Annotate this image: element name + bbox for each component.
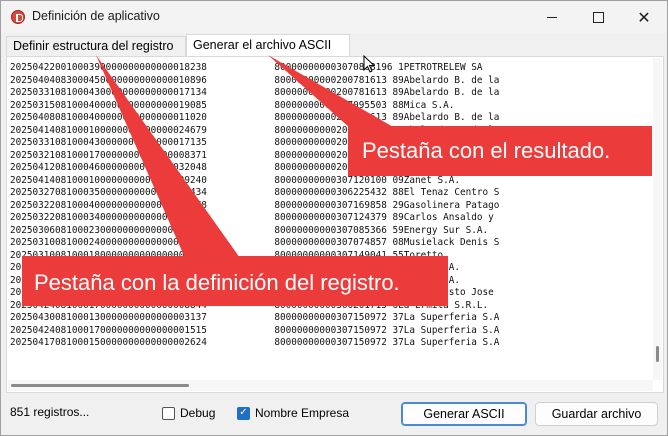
nombre-empresa-checkbox-label: Nombre Empresa: [255, 406, 350, 420]
vertical-scrollbar[interactable]: [653, 58, 662, 380]
output-line: 20250404083000450000000000000010896 8000…: [10, 74, 500, 86]
maximize-button[interactable]: [575, 1, 621, 33]
output-line: 20250424081000170000000000000008844 8000…: [10, 299, 489, 311]
output-line: 20250322081000400000000000000017778 8000…: [10, 199, 500, 211]
tab-definir-estructura[interactable]: Definir estructura del registro: [6, 36, 186, 57]
tab-generar-ascii[interactable]: Generar el archivo ASCII: [186, 34, 350, 57]
record-count-status: 851 registros...: [10, 405, 90, 419]
output-line: 20250408081000400000000000000011020 8000…: [10, 112, 500, 123]
title-bar[interactable]: Definición de aplicativo ✕: [1, 1, 667, 33]
app-icon: [11, 10, 25, 24]
generate-ascii-button[interactable]: Generar ASCII: [401, 402, 527, 426]
nombre-empresa-checkbox[interactable]: ✓ Nombre Empresa: [237, 405, 349, 421]
output-line: 20250306081000230000000000000001028 8000…: [10, 224, 489, 236]
save-file-button[interactable]: Guardar archivo: [535, 402, 658, 426]
close-button[interactable]: ✕: [621, 1, 667, 33]
output-line: 20250422001000390000000000000018238 8000…: [10, 62, 483, 73]
tab-panel-ascii: 20250422001000390000000000000018238 8000…: [6, 56, 664, 393]
mouse-pointer-icon: [363, 55, 375, 73]
output-line: 20250417081000150000000000000002624 8000…: [10, 337, 500, 348]
output-line: 20250310081000240000000000000007456 8000…: [10, 237, 500, 248]
callout-definition-text: Pestaña con la definición del registro.: [34, 270, 400, 295]
output-line: 20250424081000170000000000000001515 8000…: [10, 324, 500, 336]
window-title: Definición de aplicativo: [32, 9, 160, 23]
ascii-output-textarea[interactable]: 20250422001000390000000000000018238 8000…: [8, 58, 653, 380]
output-line: 20250322081000340000000000000007869 8000…: [10, 212, 494, 223]
ascii-output-lines: 20250422001000390000000000000018238 8000…: [10, 62, 499, 350]
debug-checkbox-box[interactable]: [162, 406, 175, 420]
vertical-scroll-thumb[interactable]: [656, 346, 659, 362]
minimize-button[interactable]: [529, 1, 575, 33]
callout-result-text: Pestaña con el resultado.: [362, 138, 611, 163]
output-line: 20250327081000350000000000000043434 8000…: [10, 187, 500, 198]
output-line: 20250331081000430000000000000017134 8000…: [10, 87, 500, 98]
horizontal-scrollbar[interactable]: [8, 380, 653, 391]
debug-checkbox-label: Debug: [180, 406, 216, 420]
output-line: 20250430081000130000000000000003137 8000…: [10, 312, 500, 323]
output-line: 20250414081000100000000000000029240 8000…: [10, 174, 461, 186]
output-line: 20250315081000400000000000000019085 8000…: [10, 99, 455, 111]
app-window: Definición de aplicativo ✕ Definir estru…: [0, 0, 668, 436]
output-line: 20250414081000100000000000000024679 8000…: [10, 124, 500, 136]
horizontal-scroll-thumb[interactable]: [11, 384, 189, 387]
check-icon[interactable]: ✓: [237, 406, 250, 420]
debug-checkbox[interactable]: Debug: [162, 405, 215, 421]
output-line: 20250310081000180000000000000008890 8000…: [10, 249, 444, 261]
